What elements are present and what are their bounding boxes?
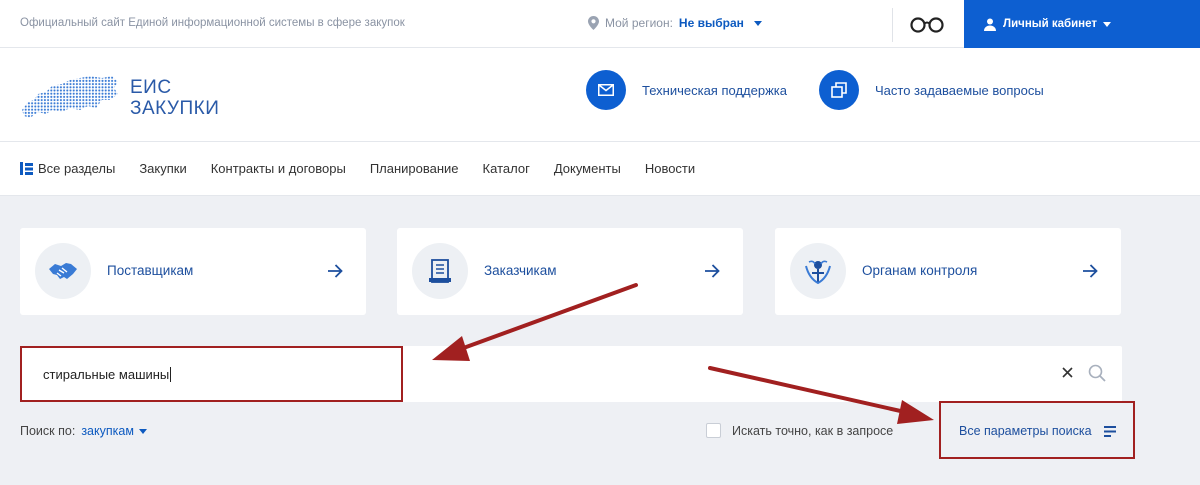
arrow-right-icon: [705, 264, 720, 278]
search-by: Поиск по: закупкам: [20, 424, 147, 438]
exact-search-checkbox[interactable]: [706, 423, 721, 438]
region-selector[interactable]: Мой регион: Не выбран: [588, 16, 762, 30]
card-label: Заказчикам: [484, 263, 557, 278]
search-by-dropdown[interactable]: закупкам: [81, 424, 147, 438]
logo-line-1: ЕИС: [130, 77, 172, 98]
arrow-right-icon: [328, 264, 343, 278]
location-pin-icon: [588, 16, 599, 30]
tech-support-label: Техническая поддержка: [642, 82, 787, 98]
divider: [892, 8, 893, 42]
nav-item-label: Каталог: [482, 161, 530, 176]
handshake-icon: [35, 243, 91, 299]
all-search-params-link[interactable]: Все параметры поиска: [959, 424, 1116, 438]
nav-item-documents[interactable]: Документы: [554, 161, 621, 176]
nav-item-label: Планирование: [369, 161, 459, 176]
nav-item-label: Новости: [644, 161, 696, 176]
close-icon[interactable]: [1060, 365, 1075, 380]
exact-search-option[interactable]: Искать точно, как в запросе: [706, 423, 893, 438]
personal-cabinet-button[interactable]: Личный кабинет: [964, 0, 1200, 48]
nav-item-label: Закупки: [139, 161, 187, 176]
header: ЕИС ЗАКУПКИ Техническая поддержка Часто …: [0, 48, 1200, 142]
card-control-bodies[interactable]: Органам контроля: [775, 228, 1121, 315]
envelope-icon: [586, 70, 626, 110]
search-icon[interactable]: [1088, 364, 1106, 382]
russia-map-logo-icon[interactable]: [18, 70, 124, 122]
search-query-text: стиральные машины: [43, 367, 170, 382]
search-by-label: Поиск по:: [20, 424, 76, 438]
emblem-icon: [790, 243, 846, 299]
search-input[interactable]: стиральные машины: [43, 367, 172, 382]
region-label: Мой регион:: [605, 16, 673, 30]
chevron-down-icon: [138, 428, 147, 434]
copy-icon: [819, 70, 859, 110]
faq-link[interactable]: Часто задаваемые вопросы: [819, 70, 1044, 110]
nav-item-contracts[interactable]: Контракты и договоры: [211, 161, 346, 176]
card-suppliers[interactable]: Поставщикам: [20, 228, 366, 315]
chevron-down-icon: [1103, 21, 1111, 27]
exact-search-label: Искать точно, как в запросе: [732, 423, 894, 438]
glasses-icon[interactable]: [909, 14, 945, 34]
arrow-right-icon: [1083, 264, 1098, 278]
nav-item-label: Все разделы: [38, 161, 116, 176]
top-bar: Официальный сайт Единой информационной с…: [0, 0, 1200, 48]
logo-line-2: ЗАКУПКИ: [130, 98, 220, 119]
nav-item-all-sections[interactable]: Все разделы: [20, 161, 115, 176]
all-params-label: Все параметры поиска: [959, 424, 1092, 438]
main-nav: Все разделы Закупки Контракты и договоры…: [0, 142, 1200, 196]
search-bar[interactable]: стиральные машины: [20, 346, 1122, 402]
region-value[interactable]: Не выбран: [679, 16, 744, 30]
text-cursor: [170, 367, 172, 382]
nav-item-purchases[interactable]: Закупки: [139, 161, 186, 176]
card-label: Органам контроля: [862, 263, 978, 278]
cabinet-label: Личный кабинет: [1003, 18, 1097, 30]
card-customers[interactable]: Заказчикам: [397, 228, 743, 315]
site-description: Официальный сайт Единой информационной с…: [20, 17, 405, 29]
user-icon: [984, 18, 996, 31]
filter-lines-icon: [1103, 425, 1116, 437]
annotation-arrowhead-params: [897, 400, 934, 424]
chevron-down-icon: [753, 20, 762, 26]
nav-item-label: Документы: [553, 161, 621, 176]
nav-item-news[interactable]: Новости: [645, 161, 695, 176]
document-icon: [412, 243, 468, 299]
tech-support-link[interactable]: Техническая поддержка: [586, 70, 787, 110]
faq-label: Часто задаваемые вопросы: [875, 82, 1044, 98]
sections-icon: [20, 162, 33, 175]
search-by-value: закупкам: [81, 424, 134, 438]
nav-item-label: Контракты и договоры: [210, 161, 346, 176]
nav-item-catalog[interactable]: Каталог: [483, 161, 530, 176]
card-label: Поставщикам: [107, 263, 194, 278]
nav-item-planning[interactable]: Планирование: [370, 161, 459, 176]
logo-text[interactable]: ЕИС ЗАКУПКИ: [130, 77, 219, 119]
